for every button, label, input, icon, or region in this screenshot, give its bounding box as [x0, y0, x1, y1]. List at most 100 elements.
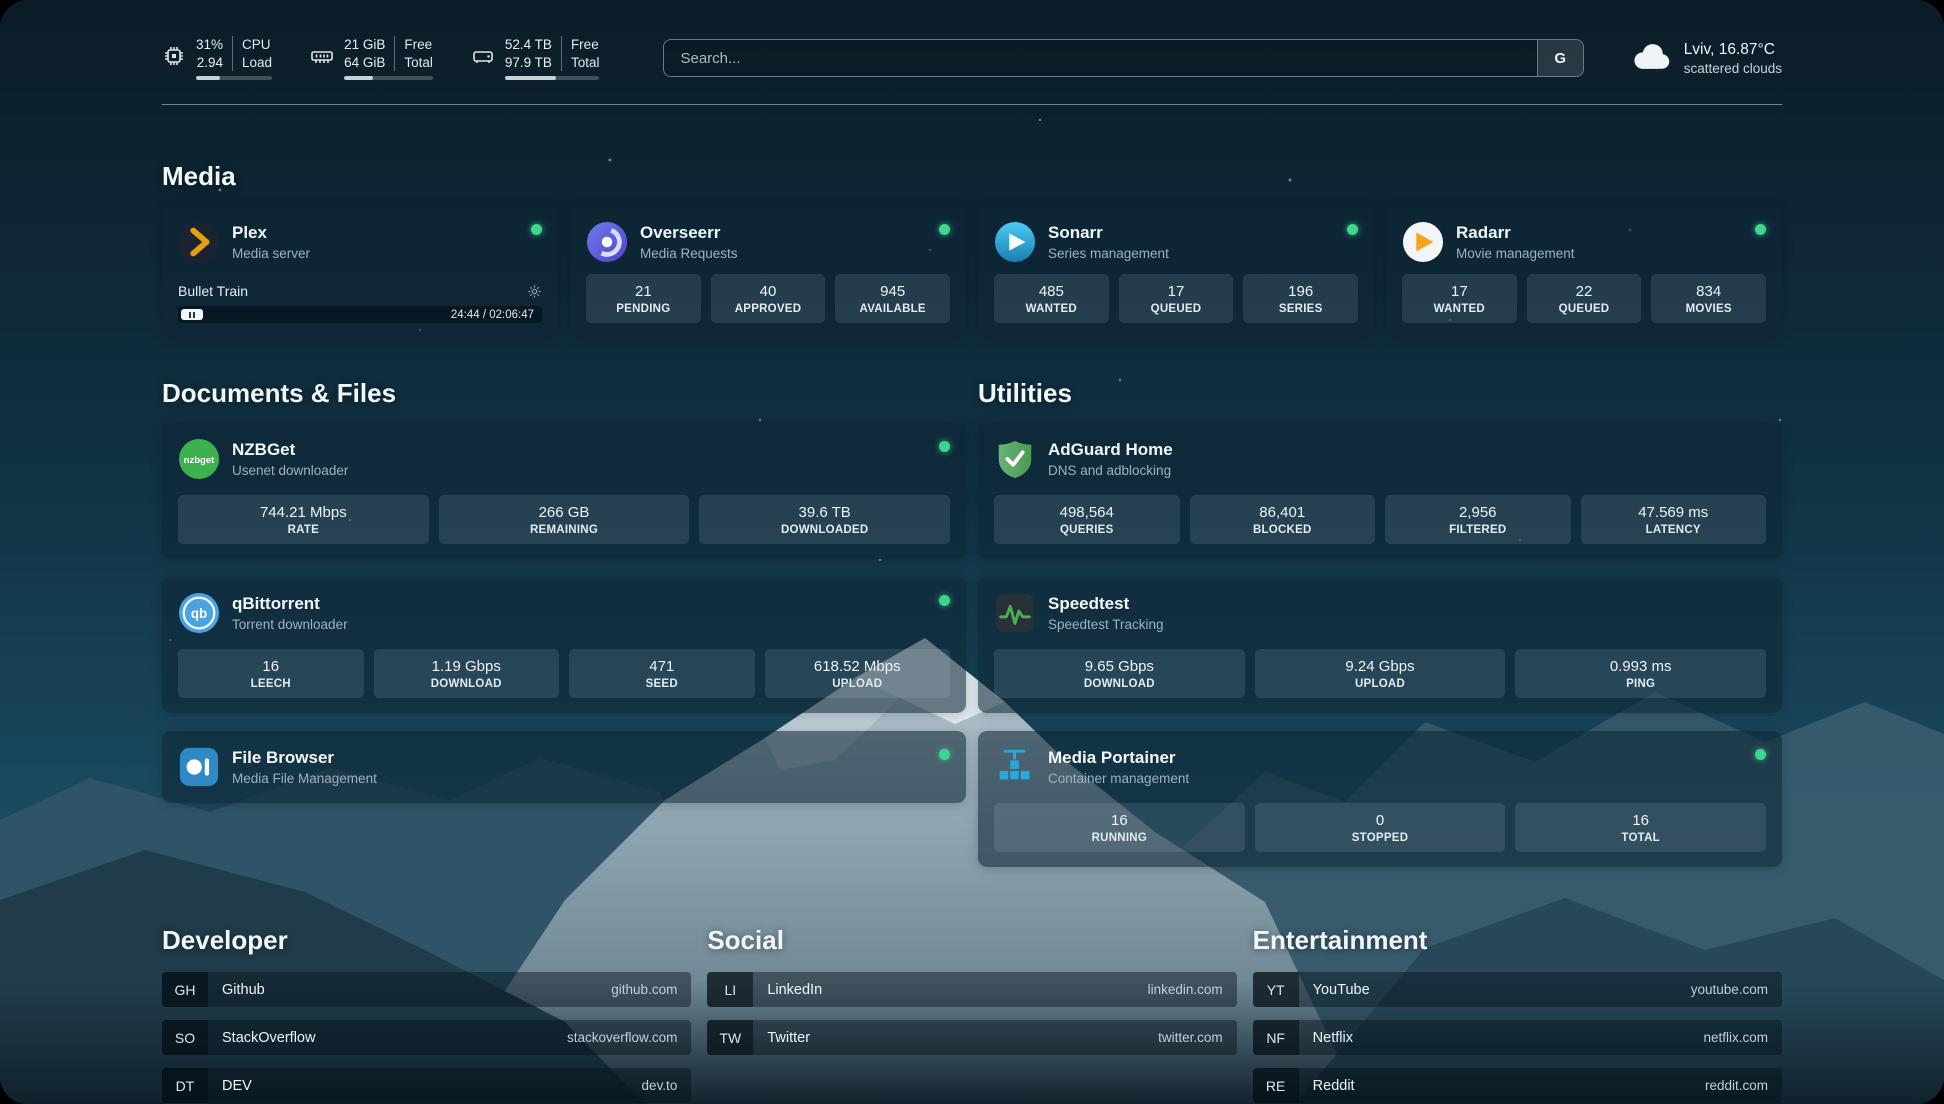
nzbget-card[interactable]: nzbget NZBGet Usenet downloader 744.21 M…	[162, 423, 966, 559]
bookmark-youtube[interactable]: YT YouTube youtube.com	[1253, 972, 1782, 1007]
search-provider-button[interactable]: G	[1537, 40, 1583, 76]
plex-card[interactable]: Plex Media server Bullet Train	[162, 206, 558, 338]
stats-row: 744.21 MbpsRATE 266 GBREMAINING 39.6 TBD…	[178, 495, 950, 544]
plex-icon	[178, 221, 220, 263]
cpu-icon	[162, 36, 186, 68]
card-title: Sonarr	[1048, 223, 1169, 243]
stat-box: 86,401BLOCKED	[1190, 495, 1376, 544]
stat-box: 945AVAILABLE	[835, 274, 950, 323]
sonarr-card[interactable]: Sonarr Series management 485WANTED 17QUE…	[978, 206, 1374, 338]
pause-icon[interactable]	[181, 309, 203, 320]
bookmarks-group-social: Social LI LinkedIn linkedin.com TW Twitt…	[707, 925, 1236, 1103]
adguard-card[interactable]: AdGuard Home DNS and adblocking 498,564Q…	[978, 423, 1782, 559]
portainer-card[interactable]: Media Portainer Container management 16R…	[978, 731, 1782, 867]
stats-row: 21PENDING 40APPROVED 945AVAILABLE	[586, 274, 950, 323]
card-subtitle: Usenet downloader	[232, 463, 348, 478]
stat-box: 0STOPPED	[1255, 803, 1506, 852]
stat-box: 47.569 msLATENCY	[1581, 495, 1767, 544]
stat-box: 9.24 GbpsUPLOAD	[1255, 649, 1506, 698]
stat-box: 1.19 GbpsDOWNLOAD	[374, 649, 560, 698]
stat-box: 471SEED	[569, 649, 755, 698]
filebrowser-icon	[178, 746, 220, 788]
stat-box: 17QUEUED	[1119, 274, 1234, 323]
stat-box: 39.6 TBDOWNLOADED	[699, 495, 950, 544]
search-input[interactable]	[664, 40, 1536, 76]
card-title: Speedtest	[1048, 594, 1164, 614]
portainer-icon	[994, 746, 1036, 788]
card-title: Radarr	[1456, 223, 1575, 243]
disk-icon	[471, 36, 495, 68]
now-playing-title: Bullet Train	[178, 283, 248, 299]
section-heading-media: Media	[162, 161, 1782, 192]
bookmark-stackoverflow[interactable]: SO StackOverflow stackoverflow.com	[162, 1020, 691, 1055]
card-subtitle: Media Requests	[640, 246, 738, 261]
card-title: Plex	[232, 223, 310, 243]
memory-total-label: Total	[404, 54, 433, 72]
overseerr-card[interactable]: Overseerr Media Requests 21PENDING 40APP…	[570, 206, 966, 338]
bookmark-abbr: SO	[162, 1020, 208, 1055]
radarr-icon	[1402, 221, 1444, 263]
qbittorrent-icon: qb	[178, 592, 220, 634]
bookmark-abbr: LI	[707, 972, 753, 1007]
disk-free-label: Free	[571, 36, 599, 54]
gear-icon[interactable]	[527, 284, 542, 299]
bookmark-github[interactable]: GH Github github.com	[162, 972, 691, 1007]
sonarr-icon	[994, 221, 1036, 263]
bookmark-url: youtube.com	[1691, 982, 1782, 997]
stat-box: 22QUEUED	[1527, 274, 1642, 323]
stat-box: 16TOTAL	[1515, 803, 1766, 852]
section-heading-developer: Developer	[162, 925, 691, 956]
cpu-widget: 31% 2.94 CPU Load	[162, 36, 272, 80]
stat-box: 40APPROVED	[711, 274, 826, 323]
card-subtitle: Media server	[232, 246, 310, 261]
bookmark-linkedin[interactable]: LI LinkedIn linkedin.com	[707, 972, 1236, 1007]
bookmark-abbr: DT	[162, 1068, 208, 1103]
stat-box: 16RUNNING	[994, 803, 1245, 852]
stat-box: 17WANTED	[1402, 274, 1517, 323]
section-heading-utilities: Utilities	[978, 378, 1782, 409]
stats-row: 498,564QUERIES 86,401BLOCKED 2,956FILTER…	[994, 495, 1766, 544]
memory-total-value: 64 GiB	[344, 54, 385, 72]
playback-time: 24:44 / 02:06:47	[451, 309, 534, 321]
bookmark-twitter[interactable]: TW Twitter twitter.com	[707, 1020, 1236, 1055]
bookmark-url: github.com	[611, 982, 691, 997]
qbittorrent-card[interactable]: qb qBittorrent Torrent downloader 16LEEC…	[162, 577, 966, 713]
disk-free-value: 52.4 TB	[505, 36, 552, 54]
bookmark-netflix[interactable]: NF Netflix netflix.com	[1253, 1020, 1782, 1055]
stat-box: 834MOVIES	[1651, 274, 1766, 323]
bookmark-name: YouTube	[1299, 982, 1370, 998]
search-bar: G	[663, 39, 1583, 77]
cpu-progress-bar	[196, 76, 272, 80]
bookmark-name: Netflix	[1299, 1030, 1353, 1046]
bookmark-name: DEV	[208, 1078, 252, 1094]
bookmark-dev[interactable]: DT DEV dev.to	[162, 1068, 691, 1103]
svg-text:qb: qb	[191, 606, 207, 621]
bookmark-url: linkedin.com	[1148, 982, 1237, 997]
header-divider	[162, 104, 1782, 105]
stats-row: 485WANTED 17QUEUED 196SERIES	[994, 274, 1358, 323]
card-title: qBittorrent	[232, 594, 348, 614]
card-title: AdGuard Home	[1048, 440, 1173, 460]
cpu-load-label: Load	[242, 54, 272, 72]
card-subtitle: Media File Management	[232, 771, 377, 786]
radarr-card[interactable]: Radarr Movie management 17WANTED 22QUEUE…	[1386, 206, 1782, 338]
stat-box: 2,956FILTERED	[1385, 495, 1571, 544]
filebrowser-card[interactable]: File Browser Media File Management	[162, 731, 966, 803]
section-heading-social: Social	[707, 925, 1236, 956]
memory-free-value: 21 GiB	[344, 36, 385, 54]
media-grid: Plex Media server Bullet Train	[162, 206, 1782, 338]
stat-box: 618.52 MbpsUPLOAD	[765, 649, 951, 698]
overseerr-icon	[586, 221, 628, 263]
dashboard-screen: 31% 2.94 CPU Load	[0, 0, 1944, 1104]
svg-text:nzbget: nzbget	[184, 455, 216, 466]
cpu-load-value: 2.94	[197, 54, 223, 72]
stat-box: 0.993 msPING	[1515, 649, 1766, 698]
memory-progress-bar	[344, 76, 433, 80]
stats-row: 16LEECH 1.19 GbpsDOWNLOAD 471SEED 618.52…	[178, 649, 950, 698]
stats-row: 16RUNNING 0STOPPED 16TOTAL	[994, 803, 1766, 852]
bookmark-url: stackoverflow.com	[567, 1030, 691, 1045]
stat-box: 196SERIES	[1243, 274, 1358, 323]
speedtest-card[interactable]: Speedtest Speedtest Tracking 9.65 GbpsDO…	[978, 577, 1782, 713]
memory-free-label: Free	[404, 36, 432, 54]
bookmark-reddit[interactable]: RE Reddit reddit.com	[1253, 1068, 1782, 1103]
